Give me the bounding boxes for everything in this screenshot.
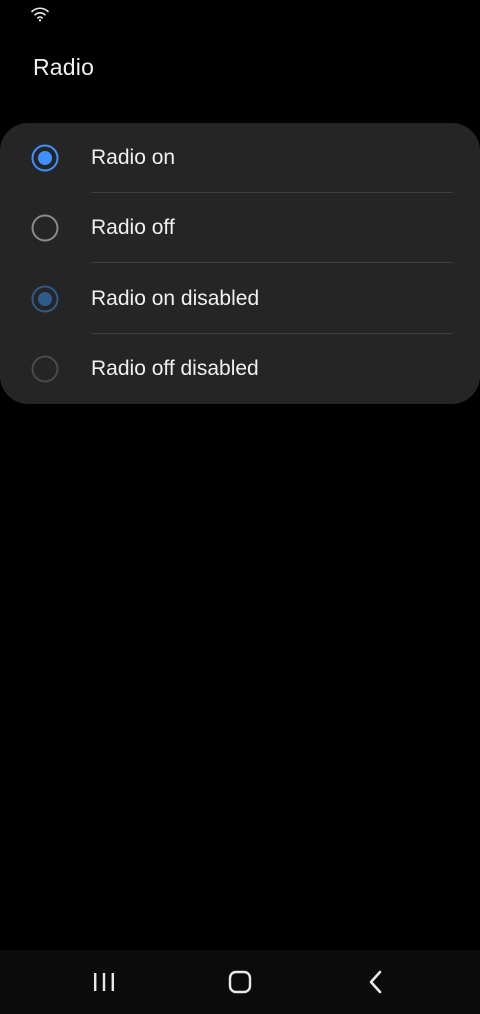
- radio-checked-disabled-icon: [31, 285, 59, 313]
- radio-row-on[interactable]: Radio on: [0, 123, 480, 193]
- wifi-icon: [31, 7, 49, 22]
- home-icon: [228, 970, 252, 994]
- radio-label: Radio off disabled: [91, 357, 259, 380]
- page-title: Radio: [33, 54, 95, 80]
- home-button[interactable]: [220, 964, 260, 1000]
- radio-row-on-disabled: Radio on disabled: [0, 264, 480, 334]
- back-icon: [369, 970, 382, 994]
- recents-button[interactable]: [84, 964, 124, 1000]
- radio-label: Radio off: [91, 216, 175, 239]
- radio-list-card: Radio on Radio off Radio on disabled Rad…: [0, 123, 480, 404]
- screen: Radio Radio on Radio off Radio on disabl…: [0, 0, 480, 1014]
- radio-row-off[interactable]: Radio off: [0, 193, 480, 263]
- radio-unchecked-icon[interactable]: [31, 214, 59, 242]
- recents-icon: [94, 973, 114, 991]
- divider: [91, 262, 453, 263]
- radio-label: Radio on: [91, 146, 176, 169]
- radio-unchecked-disabled-icon: [31, 355, 59, 383]
- back-button[interactable]: [356, 964, 396, 1000]
- radio-label: Radio on disabled: [91, 287, 260, 310]
- status-bar: [0, 0, 480, 28]
- radio-checked-icon[interactable]: [31, 144, 59, 172]
- radio-row-off-disabled: Radio off disabled: [0, 334, 480, 404]
- navigation-bar: [0, 950, 480, 1014]
